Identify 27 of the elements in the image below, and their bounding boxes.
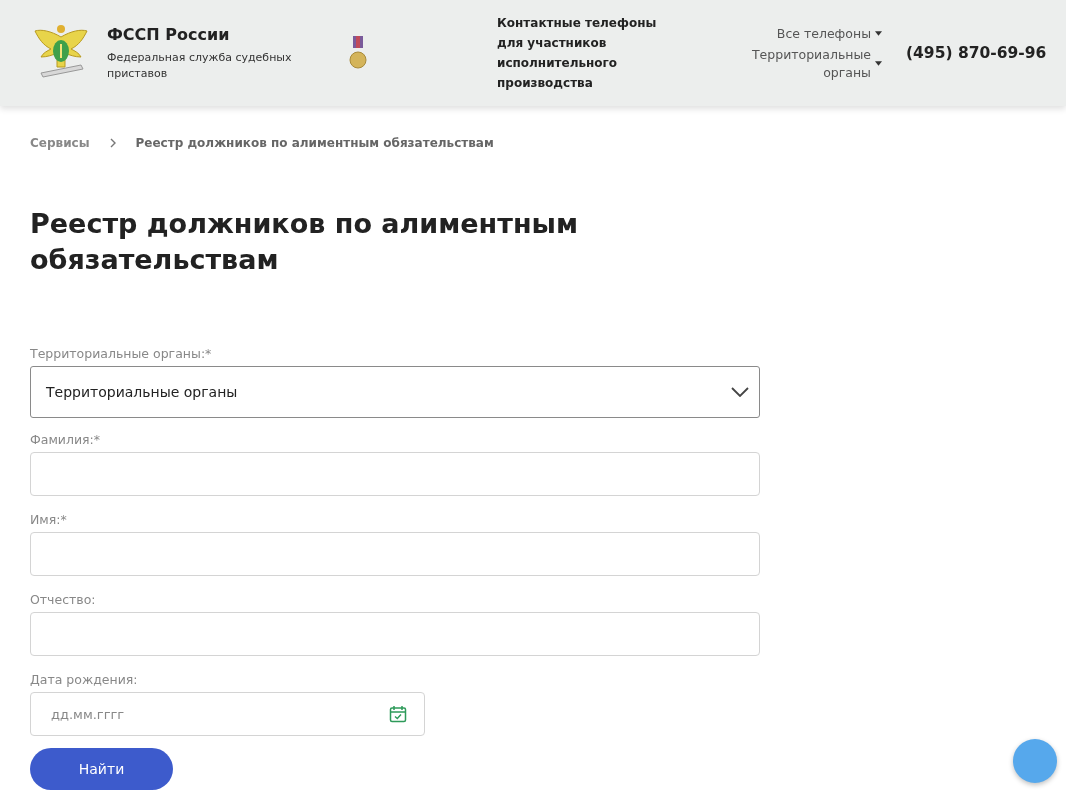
caret-icon bbox=[875, 31, 882, 36]
chevron-down-icon bbox=[731, 387, 749, 397]
field-label: Фамилия:* bbox=[30, 432, 101, 447]
phone-dropdown-link[interactable]: Территориальные органы bbox=[742, 45, 882, 82]
search-button[interactable]: Найти bbox=[30, 748, 173, 790]
date-field[interactable]: дд.мм.гггг bbox=[30, 692, 425, 736]
org-name: ФССП России bbox=[107, 24, 231, 44]
chevron-right-icon bbox=[109, 138, 116, 148]
floating-action-button[interactable] bbox=[1013, 739, 1057, 783]
medal-icon bbox=[349, 36, 367, 70]
breadcrumb-current: Реестр должников по алиментным обязательствам bbox=[135, 136, 494, 150]
org-subtitle: Федеральная служба судебных приставов bbox=[107, 49, 293, 82]
caret-icon bbox=[875, 61, 882, 66]
select-field[interactable]: Территориальные органы bbox=[30, 366, 760, 418]
input-field[interactable] bbox=[30, 532, 760, 576]
contacts-title: Контактные телефоны для участников исполнительного производства bbox=[497, 15, 658, 92]
page-title: Реестр должников по алиментным обязательствам bbox=[30, 207, 580, 277]
field-label: Территориальные органы:* bbox=[30, 346, 212, 361]
phone-number: (495) 870-69-96 bbox=[906, 44, 1047, 62]
input-field[interactable] bbox=[30, 612, 760, 656]
field-label: Отчество: bbox=[30, 592, 96, 607]
breadcrumb-link[interactable]: Сервисы bbox=[30, 136, 90, 150]
input-field[interactable] bbox=[30, 452, 760, 496]
field-label: Имя:* bbox=[30, 512, 67, 527]
calendar-icon[interactable] bbox=[389, 705, 407, 723]
field-label: Дата рождения: bbox=[30, 672, 138, 687]
phone-dropdown-link[interactable]: Все телефоны bbox=[742, 24, 882, 43]
